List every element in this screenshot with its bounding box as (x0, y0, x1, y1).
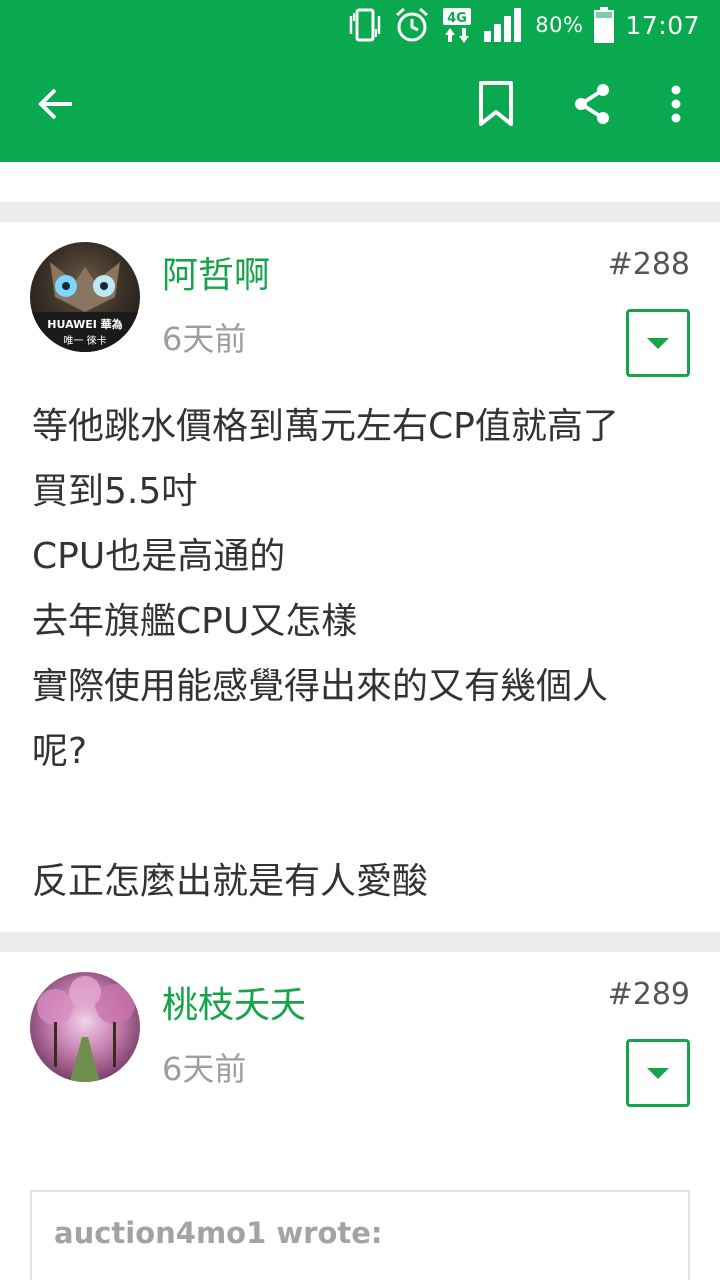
bookmark-icon (478, 80, 514, 132)
back-arrow-icon (36, 84, 76, 128)
post-menu-button[interactable] (626, 309, 690, 377)
post-body-line: 實際使用能感覺得出來的又有幾個人 (32, 666, 609, 707)
share-button[interactable] (562, 76, 622, 136)
app-bar: 4G 80% 17:07 (0, 0, 720, 162)
status-bar: 4G 80% 17:07 (0, 0, 720, 50)
post-divider (0, 202, 720, 222)
toolbar (0, 50, 720, 162)
post-body: 等他跳水價格到萬元左右CP值就高了 買到5.5吋 CPU也是高通的 去年旗艦CP… (32, 394, 692, 914)
quote-box: auction4mo1 wrote: (30, 1190, 690, 1280)
avatar-slogan-text: 唯一 徠卡 (63, 334, 106, 347)
alarm-icon (393, 6, 431, 44)
status-icons: 4G 80% 17:07 (347, 6, 700, 44)
caret-down-icon (647, 1067, 669, 1079)
bookmark-button[interactable] (466, 76, 526, 136)
post-body-line: 去年旗艦CPU又怎樣 (32, 601, 358, 642)
author-name[interactable]: 桃枝夭夭 (162, 976, 306, 1028)
post-time: 6天前 (162, 1050, 247, 1088)
battery-percent: 80% (535, 13, 584, 37)
post-body-line (32, 784, 692, 849)
post-number: #288 (607, 247, 690, 282)
more-vert-icon (670, 84, 682, 128)
post-body-line: CPU也是高通的 (32, 536, 286, 577)
network-label: 4G (447, 11, 467, 26)
signal-icon (483, 6, 525, 44)
post-body-line: 買到5.5吋 (32, 471, 198, 512)
more-options-button[interactable] (646, 76, 706, 136)
author-name[interactable]: 阿哲啊 (162, 246, 270, 298)
post-number: #289 (607, 977, 690, 1012)
4g-icon: 4G (441, 6, 473, 44)
post-divider (0, 932, 720, 952)
post-menu-button[interactable] (626, 1039, 690, 1107)
post-body-line: 反正怎麼出就是有人愛酸 (32, 861, 429, 902)
post-card: HUAWEI 華為 唯一 徠卡 阿哲啊 6天前 #288 等他跳水價格到萬元左右… (0, 222, 720, 932)
quote-author-label: auction4mo1 wrote: (54, 1216, 383, 1250)
post-body-line: 呢? (32, 731, 88, 772)
avatar-brand-text: HUAWEI 華為 (47, 317, 122, 331)
post-body-line: 等他跳水價格到萬元左右CP值就高了 (32, 406, 619, 447)
back-button[interactable] (26, 76, 86, 136)
vibrate-icon (347, 6, 383, 44)
battery-icon (593, 6, 615, 44)
avatar[interactable] (30, 972, 140, 1082)
avatar[interactable]: HUAWEI 華為 唯一 徠卡 (30, 242, 140, 352)
clock: 17:07 (625, 10, 700, 40)
caret-down-icon (647, 337, 669, 349)
post-card: 桃枝夭夭 6天前 #289 auction4mo1 wrote: (0, 952, 720, 1280)
post-time: 6天前 (162, 320, 247, 358)
share-icon (571, 82, 613, 130)
